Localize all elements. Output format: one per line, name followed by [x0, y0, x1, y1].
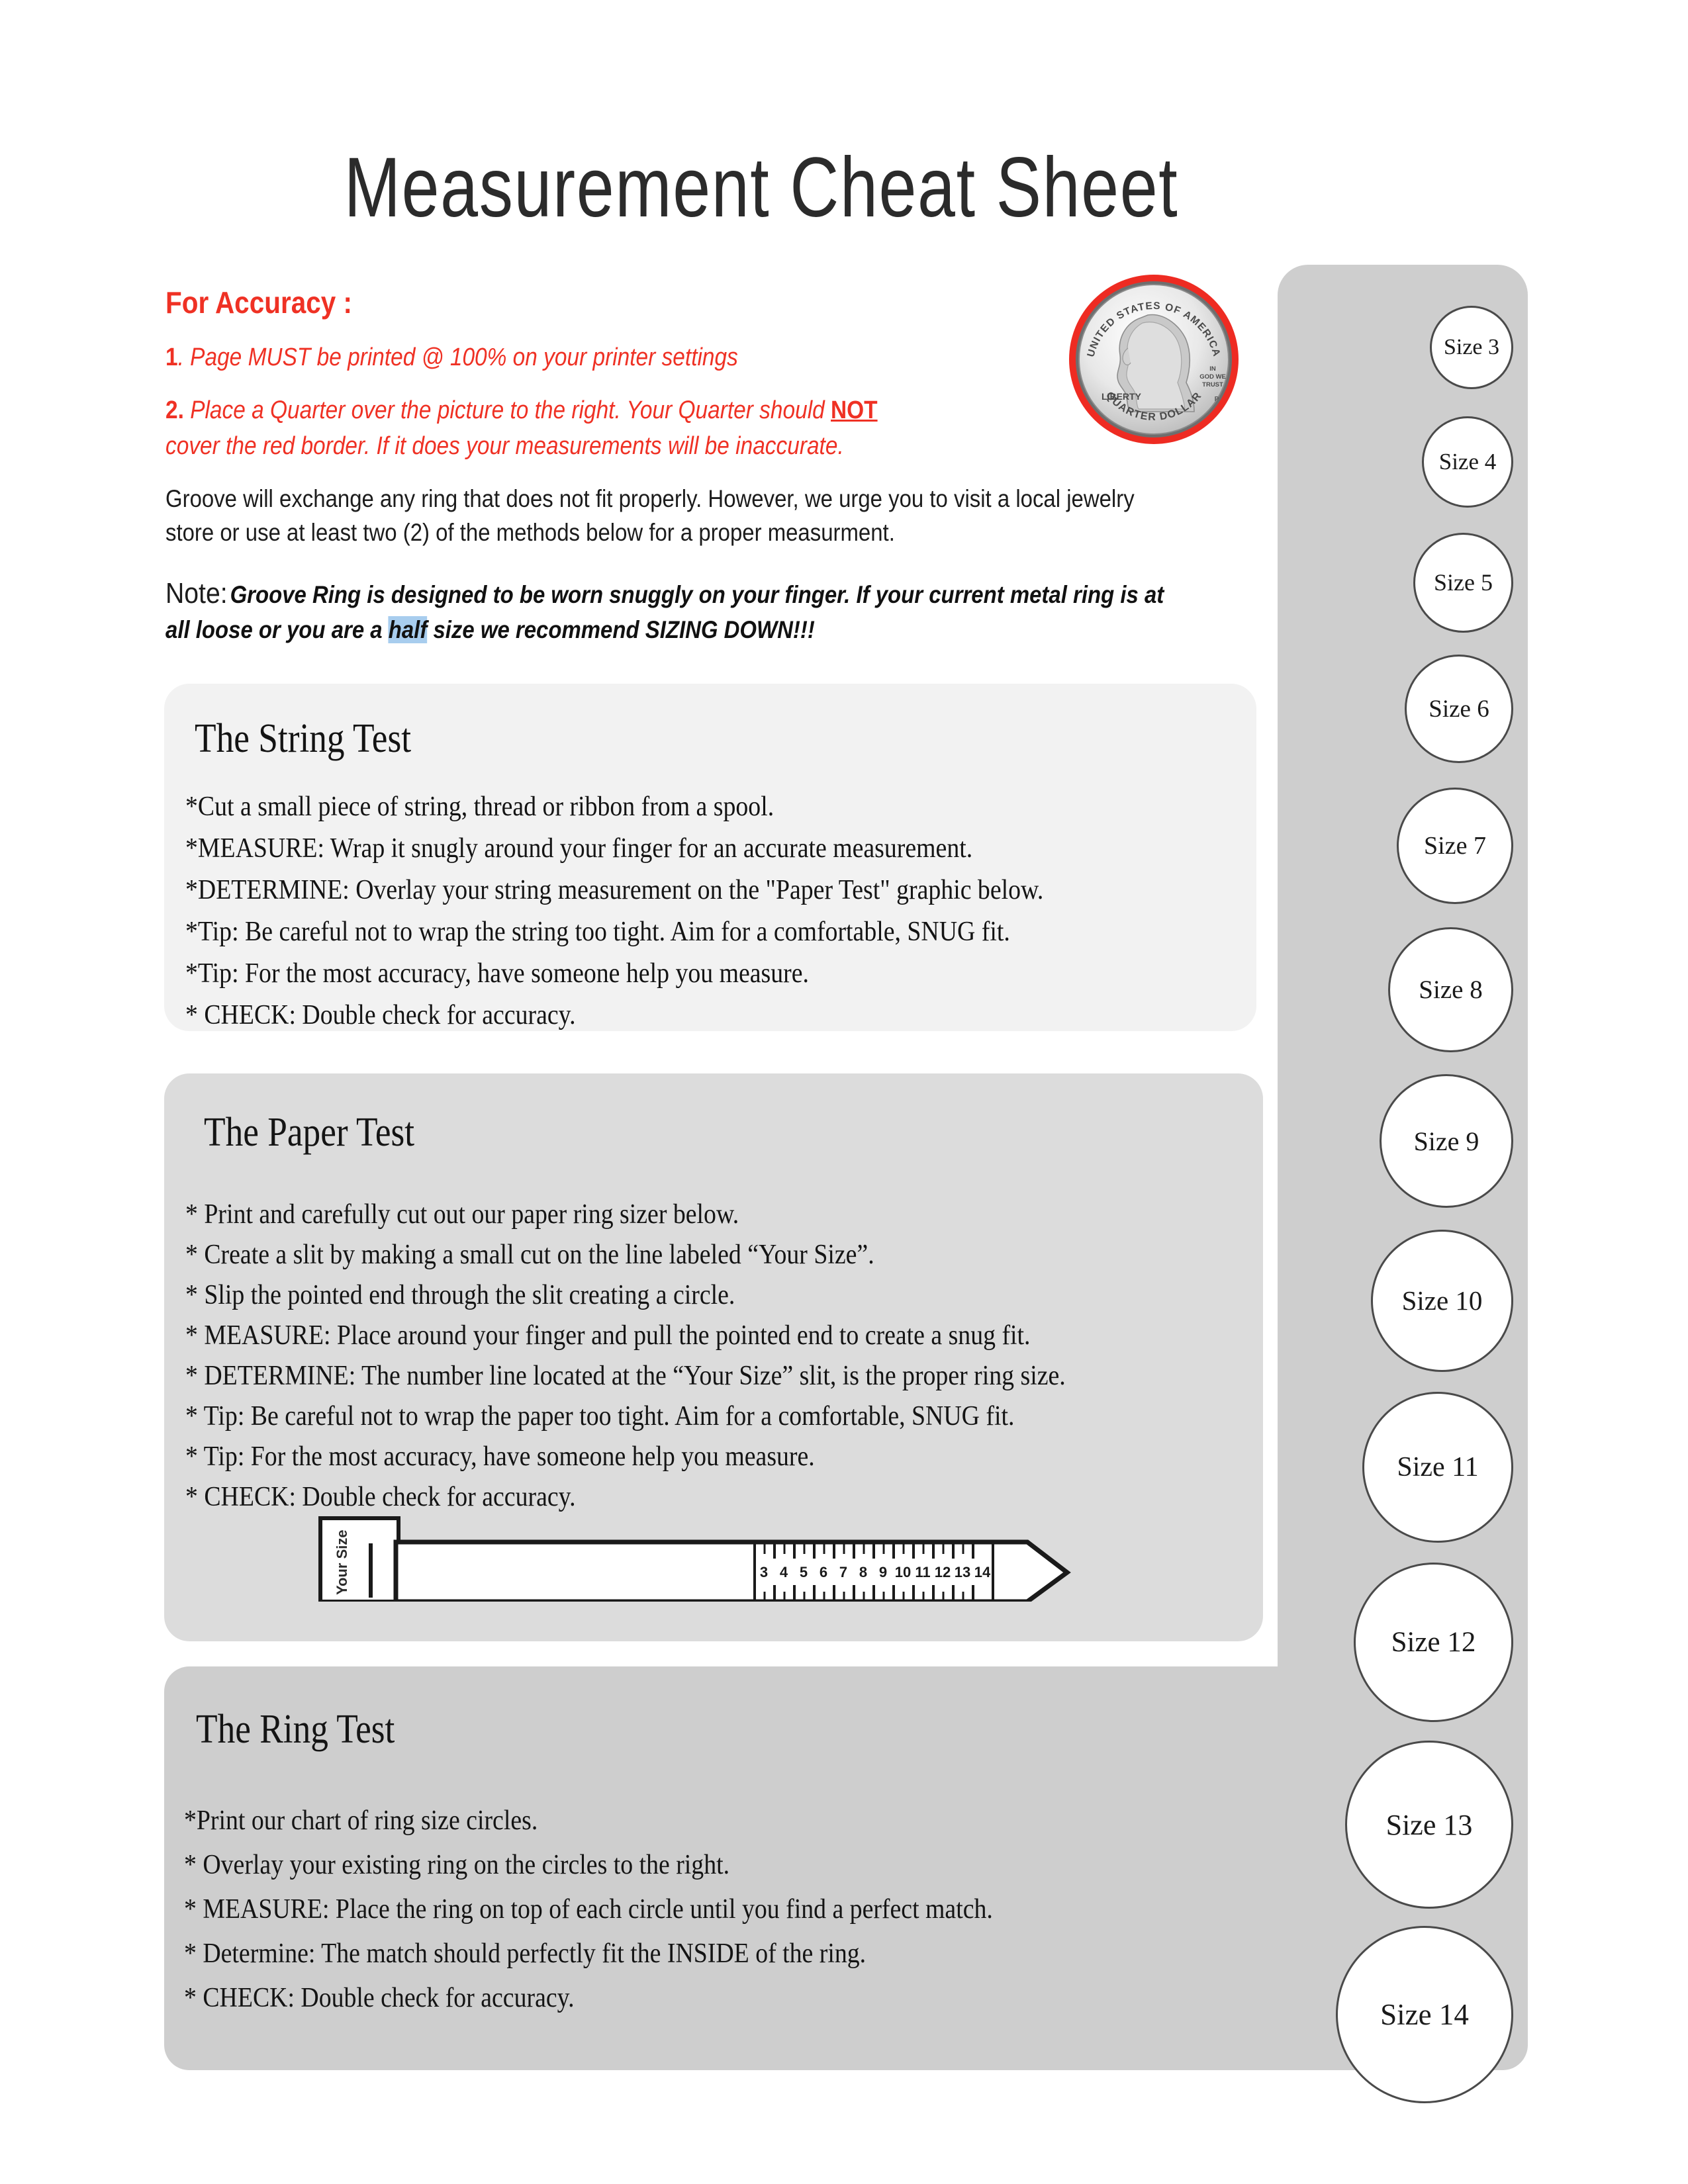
ruler-number: 4 [780, 1564, 788, 1580]
size-circle-size-13[interactable]: Size 13 [1345, 1741, 1513, 1909]
size-circle-label: Size 5 [1434, 569, 1493, 596]
size-circle-size-10[interactable]: Size 10 [1371, 1229, 1513, 1372]
ruler-number: 10 [895, 1564, 911, 1580]
coin-motto-line1: IN [1209, 365, 1216, 373]
accuracy-heading: For Accuracy : [165, 285, 352, 320]
size-circle-label: Size 4 [1438, 449, 1497, 475]
size-circle-size-7[interactable]: Size 7 [1397, 788, 1513, 904]
accuracy-item-2-text-a: Place a Quarter over the picture to the … [183, 396, 831, 424]
ruler-number: 6 [820, 1564, 827, 1580]
ruler-number: 7 [839, 1564, 847, 1580]
size-circle-size-6[interactable]: Size 6 [1405, 655, 1513, 763]
paper-ring-sizer-graphic: Your Size 3 4 5 6 7 8 9 10 11 12 13 14 [318, 1514, 1072, 1604]
size-circle-label: Size 10 [1401, 1285, 1483, 1316]
exchange-policy-paragraph: Groove will exchange any ring that does … [165, 484, 1135, 546]
quarter-icon: UNITED STATES OF AMERICA QUARTER DOLLAR … [1069, 275, 1239, 444]
size-circle-label: Size 3 [1443, 335, 1500, 359]
size-circle-label: Size 12 [1391, 1626, 1476, 1658]
note-body: Groove Ring is designed to be worn snugg… [165, 581, 1164, 643]
size-circle-size-4[interactable]: Size 4 [1422, 416, 1513, 508]
paper-test-title: The Paper Test [204, 1110, 415, 1155]
ruler-number: 14 [974, 1564, 991, 1580]
size-circle-size-9[interactable]: Size 9 [1380, 1074, 1513, 1208]
accuracy-item-2: 2. Place a Quarter over the picture to t… [165, 393, 1156, 465]
ruler-number: 12 [935, 1564, 951, 1580]
ruler-number: 9 [879, 1564, 887, 1580]
size-circle-size-12[interactable]: Size 12 [1354, 1562, 1513, 1722]
size-circle-label: Size 6 [1429, 695, 1489, 723]
size-circle-size-11[interactable]: Size 11 [1362, 1392, 1513, 1543]
coin-mint-mark: P [1215, 396, 1219, 403]
ruler-number: 5 [800, 1564, 808, 1580]
accuracy-item-2-text-b: cover the red border. If it does your me… [165, 432, 844, 460]
coin-liberty-legend: LIBERTY [1102, 391, 1142, 402]
size-circle-size-8[interactable]: Size 8 [1388, 927, 1513, 1052]
note-highlighted-word: half [388, 615, 428, 643]
quarter-coin-reference-image: UNITED STATES OF AMERICA QUARTER DOLLAR … [1064, 270, 1243, 449]
size-circle-label: Size 11 [1397, 1452, 1479, 1482]
accuracy-item-2-number: 2. [165, 396, 184, 424]
coin-motto-line2: GOD WE [1199, 373, 1226, 381]
page-title: Measurement Cheat Sheet [344, 140, 1179, 235]
size-circle-label: Size 9 [1413, 1126, 1479, 1156]
size-circle-label: Size 8 [1419, 975, 1483, 1004]
string-test-title: The String Test [195, 716, 412, 761]
instructions-column: For Accuracy : 1. Page MUST be printed @… [165, 285, 1178, 646]
coin-motto-line3: TRUST [1202, 381, 1223, 388]
ruler-number: 11 [915, 1564, 930, 1580]
size-circle-label: Size 7 [1424, 832, 1486, 860]
size-circle-size-14[interactable]: Size 14 [1336, 1926, 1513, 2103]
ring-test-title: The Ring Test [196, 1707, 395, 1752]
ruler-number: 8 [859, 1564, 867, 1580]
accuracy-item-1-text: . Page MUST be printed @ 100% on your pr… [177, 343, 738, 371]
ring-size-circles-list: Size 3 Size 4 Size 5 Size 6 Size 7 Size 8 Size… [1278, 265, 1528, 2103]
accuracy-item-1-number: 1 [165, 343, 178, 371]
sizing-note: Note: Groove Ring is designed to be worn… [165, 574, 1185, 647]
note-label: Note: [165, 576, 228, 610]
accuracy-item-2-not-emphasis: NOT [831, 396, 878, 424]
size-circle-label: Size 13 [1385, 1808, 1473, 1841]
ruler-number: 3 [760, 1564, 768, 1580]
size-circle-size-3[interactable]: Size 3 [1430, 306, 1513, 389]
string-test-section: The String Test *Cut a small piece of st… [164, 684, 1256, 1031]
ruler-number: 13 [955, 1564, 970, 1580]
note-text-b: size we recommend SIZING DOWN!!! [427, 615, 815, 643]
size-circle-label: Size 14 [1380, 1998, 1469, 2031]
size-circle-size-5[interactable]: Size 5 [1413, 532, 1513, 633]
accuracy-item-1: 1. Page MUST be printed @ 100% on your p… [165, 340, 1156, 376]
your-size-label: Your Size [334, 1529, 350, 1595]
ring-sizer-svg: Your Size 3 4 5 6 7 8 9 10 11 12 13 14 [318, 1516, 1071, 1604]
